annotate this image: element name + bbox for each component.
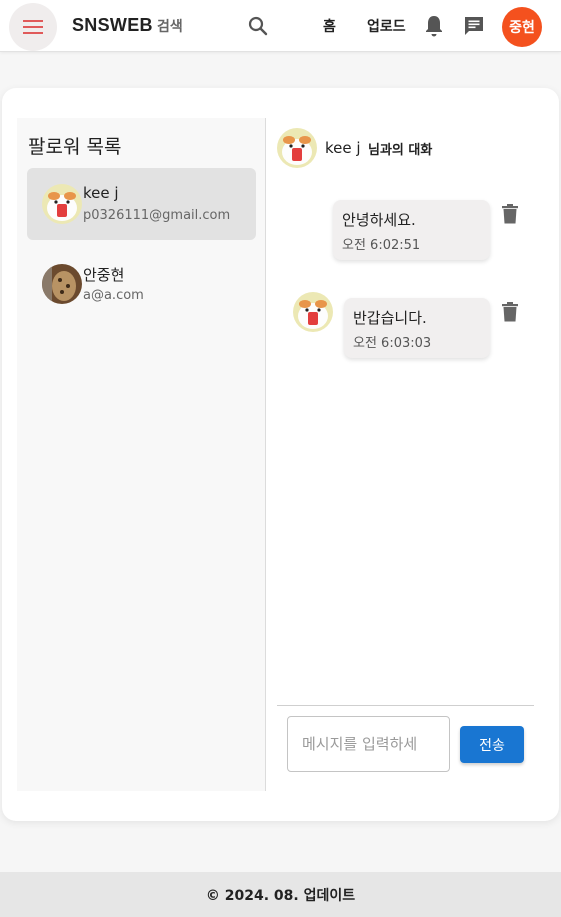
send-button[interactable]: 전송 [460,726,524,763]
chat-subtitle: 님과의 대화 [368,143,433,158]
nav-home-link[interactable]: 홈 [323,16,336,36]
message-bubble-sent: 안녕하세요. 오전 6:02:51 [333,200,490,260]
delete-message-button[interactable] [501,302,519,322]
brand-logo[interactable]: SNSWEB [72,15,153,36]
follower-list-panel: 팔로워 목록 kee j p0326111@gmail.com 안중현 a@a.… [17,118,266,791]
contact-name: 안중현 [83,266,125,284]
chat-partner-name: kee j [325,139,361,157]
conversation-panel: kee j 님과의 대화 안녕하세요. 오전 6:02:51 반갑습니다. 오전… [266,118,544,791]
delete-message-button[interactable] [501,204,519,224]
hamburger-icon [23,20,43,34]
trash-icon [502,204,518,224]
search-icon [248,16,268,36]
bell-icon [426,16,442,37]
photo-avatar [42,264,82,304]
message-sender-avatar [293,292,333,332]
contact-email: a@a.com [83,288,144,303]
footer-text: © 2024. 08. 업데이트 [205,887,356,904]
message-text: 반갑습니다. [353,309,427,327]
trash-icon [502,302,518,322]
messages-button[interactable] [462,14,486,38]
chat-card: 팔로워 목록 kee j p0326111@gmail.com 안중현 a@a.… [2,88,559,821]
message-time: 오전 6:03:03 [353,336,432,351]
user-avatar-button[interactable]: 중현 [502,7,542,47]
search-label[interactable]: 검색 [157,16,183,36]
page-footer: © 2024. 08. 업데이트 [0,872,561,917]
chat-icon [465,17,483,35]
menu-button[interactable] [9,3,57,51]
search-button[interactable] [247,15,269,37]
message-bubble-received: 반갑습니다. 오전 6:03:03 [344,298,490,358]
contact-name: kee j [83,184,119,202]
top-app-bar: SNSWEB 검색 홈 업로드 중현 [0,0,561,52]
nav-upload-link[interactable]: 업로드 [367,16,406,36]
chat-partner-avatar [277,128,317,168]
hamster-avatar [42,184,82,224]
message-input[interactable] [287,716,450,772]
notifications-button[interactable] [423,14,445,38]
follower-list-title: 팔로워 목록 [28,136,122,158]
composer-divider [277,705,534,706]
contact-item-ahn[interactable]: 안중현 a@a.com [27,248,256,320]
message-text: 안녕하세요. [342,211,416,229]
contact-email: p0326111@gmail.com [83,208,231,223]
message-time: 오전 6:02:51 [342,238,421,253]
contact-item-kee-j[interactable]: kee j p0326111@gmail.com [27,168,256,240]
